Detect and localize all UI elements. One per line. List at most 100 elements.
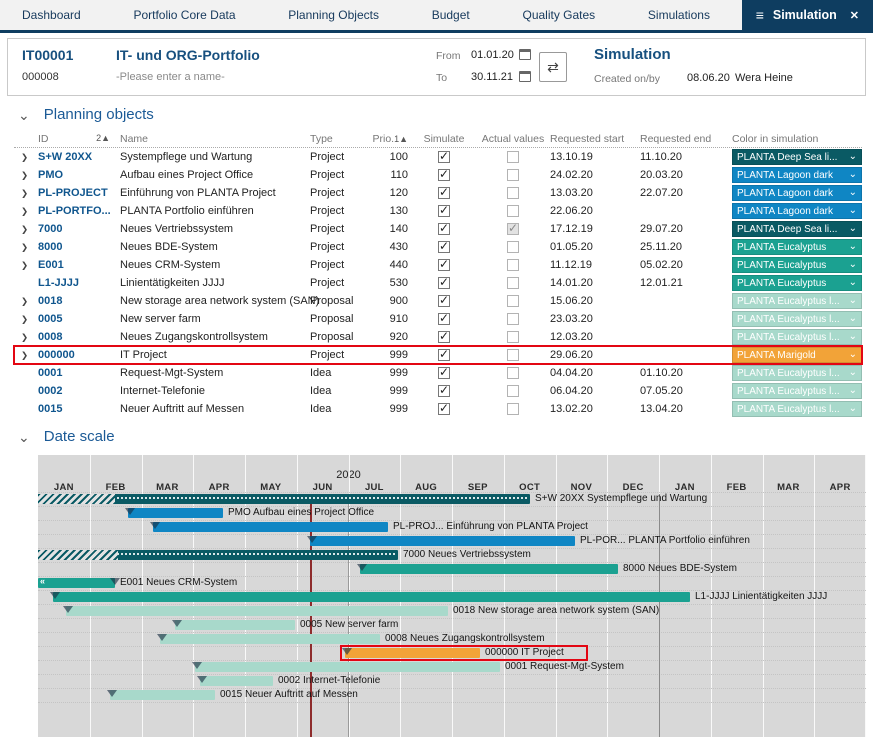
column-header-id[interactable]: ID2▲ [38,133,120,145]
color-dropdown[interactable]: PLANTA Eucalyptus l...⌄ [732,329,862,345]
gantt-bar[interactable] [360,564,618,574]
gantt-bar[interactable] [310,536,575,546]
row-id[interactable]: 0015 [38,403,120,415]
color-dropdown[interactable]: PLANTA Lagoon dark⌄ [732,167,862,183]
color-dropdown[interactable]: PLANTA Eucalyptus l...⌄ [732,383,862,399]
to-date-field[interactable]: 30.11.21 [471,71,513,83]
row-id[interactable]: PL-PROJECT [38,187,120,199]
gantt-bar[interactable] [128,508,223,518]
color-dropdown[interactable]: PLANTA Lagoon dark⌄ [732,185,862,201]
actual-values-checkbox[interactable] [507,403,519,415]
actual-values-checkbox[interactable] [507,205,519,217]
nav-tab[interactable]: Simulations [648,8,710,22]
table-row[interactable]: ❯0018New storage area network system (SA… [14,292,862,310]
expand-icon[interactable]: ❯ [14,350,38,361]
actual-values-checkbox[interactable] [507,169,519,181]
gantt-bar[interactable] [195,662,500,672]
color-dropdown[interactable]: PLANTA Deep Sea li...⌄ [732,149,862,165]
table-row[interactable]: ❯8000Neues BDE-SystemProject430✓01.05.20… [14,238,862,256]
expand-icon[interactable]: ❯ [14,242,38,253]
gantt-bar[interactable] [175,620,295,630]
table-row[interactable]: ❯0005New server farmProposal910✓23.03.20… [14,310,862,328]
expand-icon[interactable]: ❯ [14,224,38,235]
color-dropdown[interactable]: PLANTA Marigold⌄ [732,347,862,363]
simulate-checkbox[interactable]: ✓ [438,223,450,235]
close-icon[interactable]: ✕ [850,9,859,22]
simulate-checkbox[interactable]: ✓ [438,385,450,397]
actual-values-checkbox[interactable] [507,187,519,199]
simulate-checkbox[interactable]: ✓ [438,349,450,361]
table-row[interactable]: 0001Request-Mgt-SystemIdea999✓04.04.2001… [14,364,862,382]
simulate-checkbox[interactable]: ✓ [438,169,450,181]
color-dropdown[interactable]: PLANTA Deep Sea li...⌄ [732,221,862,237]
nav-tab[interactable]: Budget [432,8,470,22]
table-row[interactable]: ❯S+W 20XXSystempflege und WartungProject… [14,148,862,166]
table-row[interactable]: ❯PL-PORTFO...PLANTA Portfolio einführenP… [14,202,862,220]
row-id[interactable]: 0002 [38,385,120,397]
gantt-bar[interactable] [38,578,115,588]
table-row[interactable]: ❯000000IT ProjectProject999✓29.06.20PLAN… [14,346,862,364]
expand-icon[interactable]: ❯ [14,314,38,325]
row-id[interactable]: L1-JJJJ [38,277,120,289]
row-id[interactable]: 000000 [38,349,120,361]
from-date-field[interactable]: 01.01.20 [471,49,514,61]
actual-values-checkbox[interactable] [507,241,519,253]
simulate-checkbox[interactable]: ✓ [438,367,450,379]
expand-icon[interactable]: ❯ [14,206,38,217]
simulate-checkbox[interactable]: ✓ [438,331,450,343]
actual-values-checkbox[interactable] [507,295,519,307]
color-dropdown[interactable]: PLANTA Eucalyptus l...⌄ [732,365,862,381]
simulate-checkbox[interactable]: ✓ [438,151,450,163]
collapse-icon[interactable]: ⌄ [18,110,30,120]
row-id[interactable]: 0018 [38,295,120,307]
gantt-bar[interactable] [200,676,273,686]
gantt-bar[interactable] [153,522,388,532]
table-row[interactable]: L1-JJJJLinientätigkeiten JJJJProject530✓… [14,274,862,292]
column-header-simulate[interactable]: Simulate [412,133,476,145]
expand-icon[interactable]: ❯ [14,152,38,163]
color-dropdown[interactable]: PLANTA Eucalyptus⌄ [732,257,862,273]
column-header-type[interactable]: Type [310,133,368,145]
actual-values-checkbox[interactable] [507,385,519,397]
gantt-bar[interactable] [66,606,448,616]
row-id[interactable]: PMO [38,169,120,181]
actual-values-checkbox[interactable] [507,367,519,379]
simulate-checkbox[interactable]: ✓ [438,313,450,325]
row-id[interactable]: PL-PORTFO... [38,205,120,217]
refresh-button[interactable]: ⇄ [539,52,567,82]
actual-values-checkbox[interactable] [507,151,519,163]
column-header-end[interactable]: Requested end [640,133,732,145]
row-id[interactable]: 0008 [38,331,120,343]
calendar-icon[interactable] [519,49,531,60]
expand-icon[interactable]: ❯ [14,188,38,199]
row-id[interactable]: 7000 [38,223,120,235]
color-dropdown[interactable]: PLANTA Eucalyptus⌄ [732,239,862,255]
actual-values-checkbox[interactable] [507,277,519,289]
color-dropdown[interactable]: PLANTA Lagoon dark⌄ [732,203,862,219]
table-row[interactable]: ❯E001Neues CRM-SystemProject440✓11.12.19… [14,256,862,274]
actual-values-checkbox[interactable]: ✓ [507,223,519,235]
portfolio-name-placeholder[interactable]: -Please enter a name- [116,71,225,83]
simulate-checkbox[interactable]: ✓ [438,187,450,199]
column-header-prio[interactable]: Prio.1▲ [368,133,412,145]
row-id[interactable]: 0001 [38,367,120,379]
expand-icon[interactable]: ❯ [14,260,38,271]
table-row[interactable]: 0015Neuer Auftritt auf MessenIdea999✓13.… [14,400,862,418]
nav-tab[interactable]: Dashboard [22,8,81,22]
column-header-start[interactable]: Requested start [550,133,640,145]
color-dropdown[interactable]: PLANTA Eucalyptus l...⌄ [732,293,862,309]
table-row[interactable]: ❯PL-PROJECTEinführung von PLANTA Project… [14,184,862,202]
table-row[interactable]: ❯PMOAufbau eines Project OfficeProject11… [14,166,862,184]
color-dropdown[interactable]: PLANTA Eucalyptus⌄ [732,275,862,291]
simulate-checkbox[interactable]: ✓ [438,205,450,217]
simulate-checkbox[interactable]: ✓ [438,403,450,415]
actual-values-checkbox[interactable] [507,259,519,271]
table-row[interactable]: ❯0008Neues ZugangskontrollsystemProposal… [14,328,862,346]
actual-values-checkbox[interactable] [507,313,519,325]
actual-values-checkbox[interactable] [507,331,519,343]
row-id[interactable]: E001 [38,259,120,271]
table-row[interactable]: 0002Internet-TelefonieIdea999✓06.04.2007… [14,382,862,400]
row-id[interactable]: S+W 20XX [38,151,120,163]
gantt-bar[interactable] [53,592,690,602]
column-header-name[interactable]: Name [120,133,310,145]
